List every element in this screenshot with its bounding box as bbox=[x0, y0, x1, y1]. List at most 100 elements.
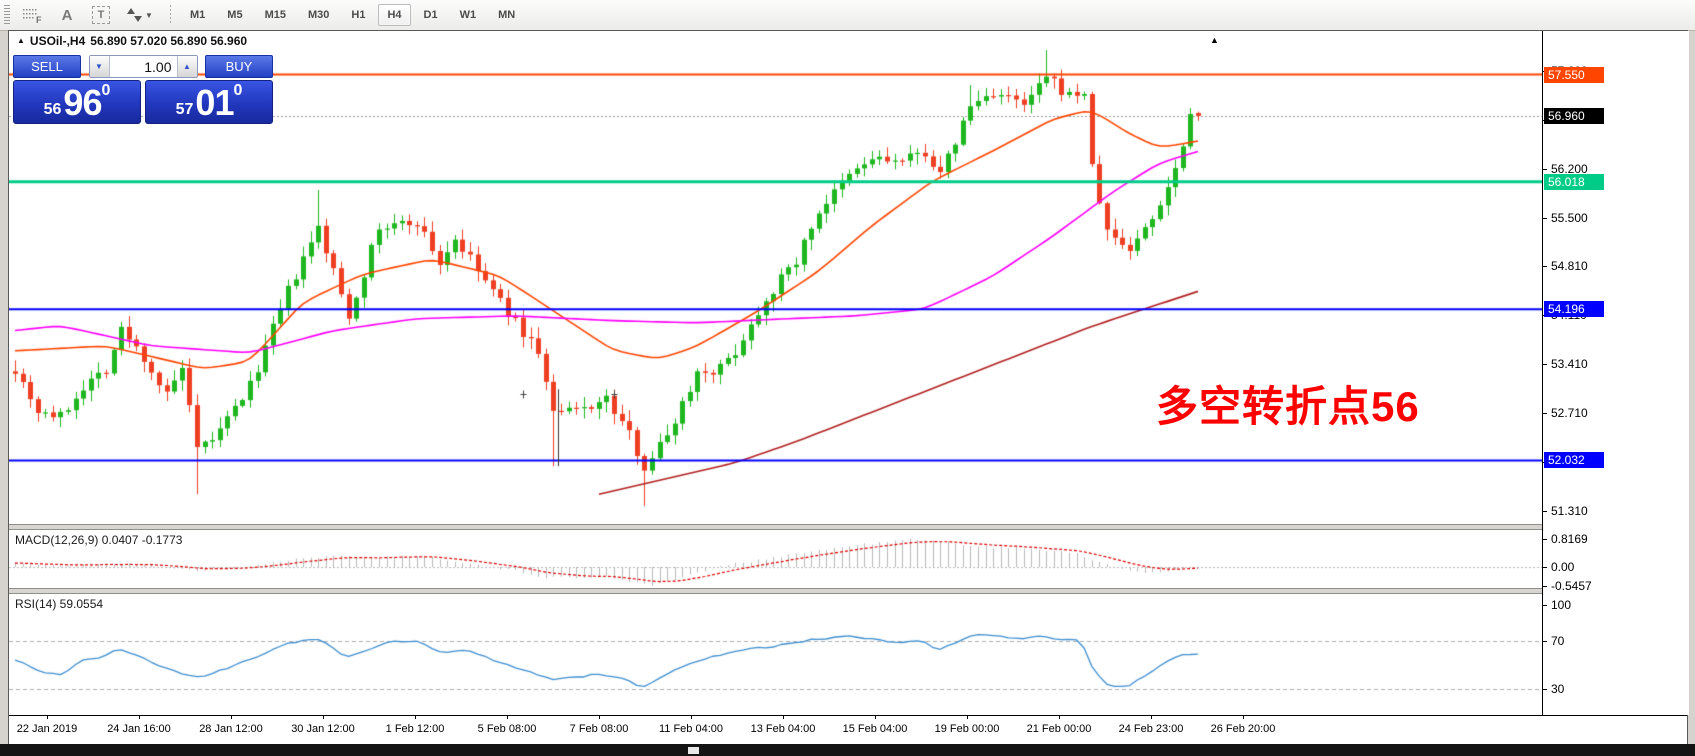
volume-input[interactable] bbox=[110, 56, 177, 77]
macd-axis-label: -0.5457 bbox=[1551, 579, 1592, 593]
volume-decrease-button[interactable]: ▼ bbox=[90, 56, 110, 77]
pane-splitter[interactable] bbox=[9, 524, 1542, 530]
symbol-period-label: USOil-,H4 bbox=[30, 34, 85, 48]
sell-price-small: 56 bbox=[44, 100, 62, 120]
arrows-objects-icon[interactable]: ▼ bbox=[118, 3, 162, 27]
sell-price-big: 96 bbox=[63, 86, 101, 120]
dotted-grid-glyph: F bbox=[22, 7, 44, 24]
time-tick-mark bbox=[47, 716, 48, 719]
toolbar: F A T ▼ M1M5M15M30H1H4D1W1MN bbox=[0, 0, 1695, 31]
indicator-grid-icon[interactable]: F bbox=[16, 3, 50, 27]
price-tick-label: 54.810 bbox=[1551, 259, 1588, 273]
timeframe-button-h1[interactable]: H1 bbox=[342, 4, 374, 26]
buy-button[interactable]: BUY bbox=[205, 55, 273, 78]
time-tick-label: 15 Feb 04:00 bbox=[843, 723, 908, 735]
macd-axis-label: 0.00 bbox=[1551, 560, 1574, 574]
timeframe-button-h4[interactable]: H4 bbox=[378, 4, 410, 26]
dropdown-caret-icon: ▼ bbox=[145, 11, 153, 20]
rsi-axis-label: 100 bbox=[1551, 598, 1571, 612]
sell-price-sup: 0 bbox=[101, 83, 110, 99]
timeframe-button-mn[interactable]: MN bbox=[489, 4, 524, 26]
chart-window: ▲ USOil-,H4 56.890 57.020 56.890 56.960 … bbox=[8, 30, 1688, 744]
buy-price-big: 01 bbox=[195, 86, 233, 120]
chart-title: ▲ USOil-,H4 56.890 57.020 56.890 56.960 bbox=[17, 34, 247, 48]
buy-price-display[interactable]: 57 01 0 bbox=[145, 80, 273, 124]
timeframe-button-m1[interactable]: M1 bbox=[181, 4, 214, 26]
time-tick-mark bbox=[231, 716, 232, 719]
time-tick-mark bbox=[783, 716, 784, 719]
time-tick-label: 5 Feb 08:00 bbox=[478, 723, 537, 735]
svg-text:F: F bbox=[36, 15, 42, 24]
time-tick-label: 1 Feb 12:00 bbox=[386, 723, 445, 735]
axis-tick-mark bbox=[1543, 539, 1547, 540]
axis-tick-mark bbox=[1543, 364, 1547, 365]
time-tick-label: 24 Jan 16:00 bbox=[107, 723, 171, 735]
axis-tick-mark bbox=[1543, 567, 1547, 568]
pane-splitter[interactable] bbox=[9, 588, 1542, 594]
axis-tick-mark bbox=[1543, 605, 1547, 606]
time-axis[interactable]: 22 Jan 2019 24 Jan 16:00 28 Jan 12:00 30 Ja… bbox=[9, 715, 1687, 744]
timeframe-button-m15[interactable]: M15 bbox=[256, 4, 295, 26]
time-tick-mark bbox=[967, 716, 968, 719]
bottom-window-strip bbox=[0, 744, 1695, 756]
chart-text-annotation: 多空转折点56 bbox=[1156, 373, 1420, 434]
time-tick-mark bbox=[1151, 716, 1152, 719]
toolbar-drag-handle[interactable] bbox=[4, 5, 10, 25]
price-tick-label: 51.310 bbox=[1551, 504, 1588, 518]
time-tick-label: 11 Feb 04:00 bbox=[659, 723, 723, 735]
price-badge-54.196: 54.196 bbox=[1544, 301, 1604, 317]
sell-button[interactable]: SELL bbox=[13, 55, 81, 78]
timeframe-button-w1[interactable]: W1 bbox=[451, 4, 486, 26]
text-label-icon[interactable]: A bbox=[50, 3, 84, 27]
macd-axis-label: 0.8169 bbox=[1551, 532, 1588, 546]
time-tick-label: 24 Feb 23:00 bbox=[1119, 723, 1184, 735]
rsi-axis-label: 70 bbox=[1551, 634, 1564, 648]
mt4-window: { "toolbar": { "icons": [ {"name": "indi… bbox=[0, 0, 1695, 756]
timeframe-button-m30[interactable]: M30 bbox=[299, 4, 338, 26]
price-tick-label: 53.410 bbox=[1551, 357, 1588, 371]
time-tick-label: 28 Jan 12:00 bbox=[199, 723, 263, 735]
time-tick-mark bbox=[1059, 716, 1060, 719]
axis-tick-mark bbox=[1543, 413, 1547, 414]
chart-shift-marker[interactable]: ▲ bbox=[1210, 35, 1219, 45]
timeframe-button-d1[interactable]: D1 bbox=[415, 4, 447, 26]
bottom-strip-notch bbox=[688, 747, 699, 754]
axis-tick-mark bbox=[1543, 169, 1547, 170]
time-tick-label: 21 Feb 00:00 bbox=[1027, 723, 1092, 735]
price-badge-56.018: 56.018 bbox=[1544, 174, 1604, 190]
buy-price-sup: 0 bbox=[233, 83, 242, 99]
arrows-glyph bbox=[127, 7, 143, 23]
axis-tick-mark bbox=[1543, 511, 1547, 512]
time-tick-label: 22 Jan 2019 bbox=[17, 723, 78, 735]
price-badge-56.960: 56.960 bbox=[1544, 108, 1604, 124]
macd-indicator-canvas[interactable] bbox=[9, 530, 1542, 588]
timeframe-button-m5[interactable]: M5 bbox=[218, 4, 251, 26]
time-tick-label: 30 Jan 12:00 bbox=[291, 723, 355, 735]
price-tick-label: 55.500 bbox=[1551, 211, 1588, 225]
axis-tick-mark bbox=[1543, 689, 1547, 690]
rsi-axis-label: 30 bbox=[1551, 682, 1564, 696]
time-tick-label: 7 Feb 08:00 bbox=[570, 723, 629, 735]
ohlc-values: 56.890 57.020 56.890 56.960 bbox=[90, 34, 247, 48]
time-tick-label: 26 Feb 20:00 bbox=[1211, 723, 1276, 735]
buy-price-small: 57 bbox=[176, 100, 194, 120]
price-axis[interactable]: 57.60056.90056.20055.50054.81054.11053.4… bbox=[1542, 31, 1689, 715]
text-box-icon[interactable]: T bbox=[84, 3, 118, 27]
sell-price-display[interactable]: 56 96 0 bbox=[13, 80, 141, 124]
time-tick-mark bbox=[1243, 716, 1244, 719]
macd-pane-label: MACD(12,26,9) 0.0407 -0.1773 bbox=[15, 533, 182, 547]
rsi-pane-label: RSI(14) 59.0554 bbox=[15, 597, 103, 611]
one-click-trade-panel: SELL ▼ ▲ BUY 56 96 0 57 01 0 bbox=[13, 55, 273, 124]
time-tick-label: 13 Feb 04:00 bbox=[751, 723, 816, 735]
expand-triangle-icon[interactable]: ▲ bbox=[17, 37, 25, 45]
axis-tick-mark bbox=[1543, 641, 1547, 642]
rsi-indicator-canvas[interactable] bbox=[9, 594, 1542, 715]
volume-increase-button[interactable]: ▲ bbox=[177, 56, 197, 77]
time-tick-mark bbox=[323, 716, 324, 719]
price-tick-label: 52.710 bbox=[1551, 406, 1588, 420]
price-badge-57.550: 57.550 bbox=[1544, 67, 1604, 83]
axis-tick-mark bbox=[1543, 218, 1547, 219]
time-tick-mark bbox=[507, 716, 508, 719]
time-tick-mark bbox=[415, 716, 416, 719]
axis-tick-mark bbox=[1543, 266, 1547, 267]
